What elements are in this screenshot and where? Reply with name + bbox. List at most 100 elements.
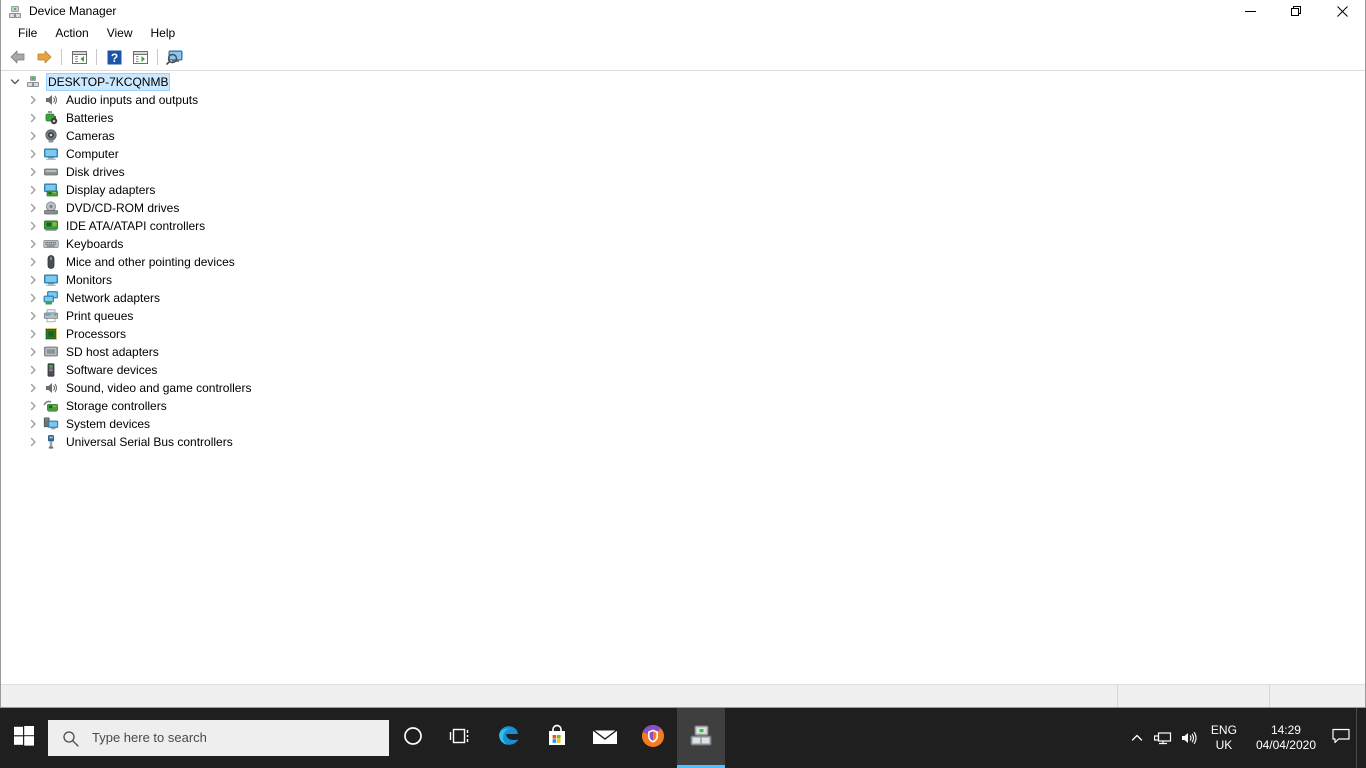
window-controls	[1227, 0, 1365, 23]
sound-controller-icon	[43, 380, 59, 396]
mail-button[interactable]	[581, 708, 629, 768]
processor-icon	[43, 326, 59, 342]
tree-item-label: Audio inputs and outputs	[66, 93, 199, 107]
tree-item-computer[interactable]: Computer	[1, 145, 1365, 163]
back-button[interactable]	[6, 46, 30, 68]
device-tree[interactable]: DESKTOP-7KCQNMB Audio inputs and outputs	[1, 71, 1365, 684]
tree-item-label: Keyboards	[66, 237, 124, 251]
task-view-icon	[449, 726, 473, 751]
tree-item-batteries[interactable]: Batteries	[1, 109, 1365, 127]
tree-item-print-queues[interactable]: Print queues	[1, 307, 1365, 325]
menu-item-view[interactable]: View	[98, 24, 142, 43]
status-bar-cell	[1117, 685, 1269, 707]
tree-item-ide-ata-atapi-controllers[interactable]: IDE ATA/ATAPI controllers	[1, 217, 1365, 235]
chevron-right-icon[interactable]	[25, 110, 41, 126]
tree-item-keyboards[interactable]: Keyboards	[1, 235, 1365, 253]
chevron-right-icon[interactable]	[25, 254, 41, 270]
chevron-right-icon[interactable]	[25, 344, 41, 360]
cortana-button[interactable]	[389, 708, 437, 768]
tree-item-dvd-cd-rom-drives[interactable]: DVD/CD-ROM drives	[1, 199, 1365, 217]
chevron-right-icon[interactable]	[25, 164, 41, 180]
tree-item-label: Mice and other pointing devices	[66, 255, 235, 269]
restore-button[interactable]	[1273, 0, 1319, 23]
chevron-right-icon[interactable]	[25, 218, 41, 234]
tree-item-cameras[interactable]: Cameras	[1, 127, 1365, 145]
svg-text:?: ?	[110, 51, 117, 65]
menu-item-action[interactable]: Action	[46, 24, 97, 43]
tree-item-label: Processors	[66, 327, 127, 341]
display-adapter-icon	[43, 182, 59, 198]
tree-item-audio-inputs-and-outputs[interactable]: Audio inputs and outputs	[1, 91, 1365, 109]
search-input[interactable]: Type here to search	[92, 720, 207, 756]
task-view-button[interactable]	[437, 708, 485, 768]
close-button[interactable]	[1319, 0, 1365, 23]
chevron-right-icon[interactable]	[25, 200, 41, 216]
tree-item-disk-drives[interactable]: Disk drives	[1, 163, 1365, 181]
tree-item-label: Disk drives	[66, 165, 125, 179]
printer-icon	[43, 308, 59, 324]
volume-tray-icon[interactable]	[1176, 708, 1202, 768]
clock-date: 04/04/2020	[1255, 738, 1316, 752]
device-manager-window: Device Manager File Action View Help ? D…	[0, 0, 1366, 708]
taskbar: Type here to search ENG UK 14:29 04/04/2…	[0, 708, 1366, 768]
chevron-right-icon[interactable]	[25, 416, 41, 432]
camera-icon	[43, 128, 59, 144]
tree-item-software-devices[interactable]: Software devices	[1, 361, 1365, 379]
tree-item-display-adapters[interactable]: Display adapters	[1, 181, 1365, 199]
minimize-button[interactable]	[1227, 0, 1273, 23]
search-box[interactable]: Type here to search	[48, 720, 389, 756]
toolbar-separator	[96, 49, 97, 65]
chevron-right-icon[interactable]	[25, 398, 41, 414]
disk-drive-icon	[43, 164, 59, 180]
tree-root-node[interactable]: DESKTOP-7KCQNMB	[1, 73, 1365, 91]
language-indicator[interactable]: ENG UK	[1202, 708, 1246, 768]
tree-item-processors[interactable]: Processors	[1, 325, 1365, 343]
help-button[interactable]: ?	[102, 46, 126, 68]
scan-for-hardware-changes-button[interactable]	[163, 46, 187, 68]
tree-item-universal-serial-bus-controllers[interactable]: Universal Serial Bus controllers	[1, 433, 1365, 451]
chevron-right-icon[interactable]	[25, 380, 41, 396]
properties-button[interactable]	[128, 46, 152, 68]
chevron-right-icon[interactable]	[25, 290, 41, 306]
tree-item-label: IDE ATA/ATAPI controllers	[66, 219, 206, 233]
edge-button[interactable]	[485, 708, 533, 768]
show-hidden-icons-button[interactable]	[1124, 708, 1150, 768]
forward-button[interactable]	[32, 46, 56, 68]
chevron-right-icon[interactable]	[25, 326, 41, 342]
tree-item-sd-host-adapters[interactable]: SD host adapters	[1, 343, 1365, 361]
network-tray-icon[interactable]	[1150, 708, 1176, 768]
chevron-right-icon[interactable]	[25, 182, 41, 198]
tree-item-network-adapters[interactable]: Network adapters	[1, 289, 1365, 307]
tree-item-monitors[interactable]: Monitors	[1, 271, 1365, 289]
search-icon	[48, 720, 92, 756]
chevron-right-icon[interactable]	[25, 272, 41, 288]
chevron-right-icon[interactable]	[25, 434, 41, 450]
tree-item-label: Universal Serial Bus controllers	[66, 435, 233, 449]
tree-item-label: System devices	[66, 417, 151, 431]
tree-item-system-devices[interactable]: System devices	[1, 415, 1365, 433]
title-bar[interactable]: Device Manager	[1, 0, 1365, 23]
audio-icon	[43, 92, 59, 108]
menu-item-file[interactable]: File	[9, 24, 46, 43]
show-hide-console-tree-button[interactable]	[67, 46, 91, 68]
computer-icon	[43, 146, 59, 162]
chevron-right-icon[interactable]	[25, 146, 41, 162]
action-center-button[interactable]	[1326, 708, 1356, 768]
chevron-right-icon[interactable]	[25, 308, 41, 324]
chevron-right-icon[interactable]	[25, 362, 41, 378]
chevron-right-icon[interactable]	[25, 128, 41, 144]
secure-browser-button[interactable]	[629, 708, 677, 768]
tree-item-mice-and-other-pointing-devices[interactable]: Mice and other pointing devices	[1, 253, 1365, 271]
storage-controller-icon	[43, 398, 59, 414]
tree-item-storage-controllers[interactable]: Storage controllers	[1, 397, 1365, 415]
menu-item-help[interactable]: Help	[142, 24, 185, 43]
chevron-right-icon[interactable]	[25, 236, 41, 252]
chevron-down-icon[interactable]	[7, 74, 23, 90]
show-desktop-button[interactable]	[1356, 708, 1362, 768]
tree-item-sound-video-and-game-controllers[interactable]: Sound, video and game controllers	[1, 379, 1365, 397]
microsoft-store-button[interactable]	[533, 708, 581, 768]
chevron-right-icon[interactable]	[25, 92, 41, 108]
clock[interactable]: 14:29 04/04/2020	[1246, 708, 1326, 768]
start-button[interactable]	[0, 708, 48, 768]
device-manager-taskbar-button[interactable]	[677, 708, 725, 768]
